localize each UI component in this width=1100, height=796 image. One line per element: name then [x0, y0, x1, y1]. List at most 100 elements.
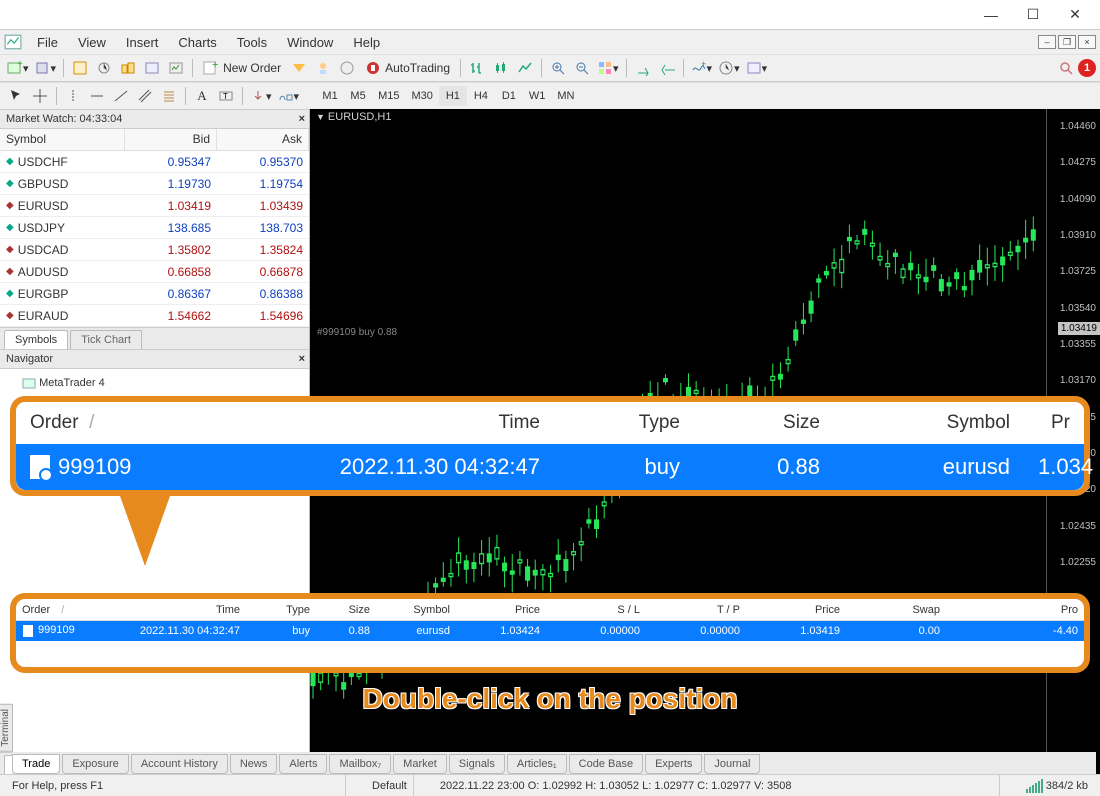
maximize-button[interactable]: ☐ — [1012, 1, 1054, 29]
search-button[interactable] — [1054, 57, 1078, 79]
col-type[interactable]: Type — [246, 604, 316, 616]
profiles-button[interactable]: ▾ — [32, 57, 60, 79]
chart-shift-button[interactable] — [655, 57, 679, 79]
metaquotes-button[interactable] — [287, 57, 311, 79]
terminal-toggle[interactable] — [140, 57, 164, 79]
data-window-toggle[interactable] — [92, 57, 116, 79]
crosshair-tool[interactable] — [28, 85, 52, 107]
candle-chart-button[interactable] — [489, 57, 513, 79]
terminal-tab-exposure[interactable]: Exposure — [62, 754, 128, 774]
terminal-tab-signals[interactable]: Signals — [449, 754, 505, 774]
periodicity-button[interactable]: ▾ — [715, 57, 743, 79]
terminal-tab-market[interactable]: Market — [393, 754, 447, 774]
close-button[interactable]: ✕ — [1054, 1, 1096, 29]
terminal-tab-articles[interactable]: Articles₁ — [507, 754, 567, 774]
fibonacci-tool[interactable] — [157, 85, 181, 107]
timeframe-h4[interactable]: H4 — [467, 86, 495, 106]
col-time[interactable]: Time — [96, 604, 246, 616]
notification-badge[interactable]: 1 — [1078, 59, 1096, 77]
menu-file[interactable]: File — [28, 33, 67, 52]
menu-view[interactable]: View — [69, 33, 115, 52]
navigator-toggle[interactable] — [116, 57, 140, 79]
tile-windows-button[interactable]: ▾ — [594, 57, 622, 79]
text-label-tool[interactable]: T — [214, 85, 238, 107]
tab-symbols[interactable]: Symbols — [4, 330, 68, 351]
mdi-close[interactable]: × — [1078, 35, 1096, 49]
timeframe-m30[interactable]: M30 — [405, 86, 438, 106]
navigator-root[interactable]: MetaTrader 4 — [6, 375, 303, 391]
zoom-in-button[interactable] — [546, 57, 570, 79]
mdi-restore[interactable]: ❐ — [1058, 35, 1076, 49]
auto-trading-button[interactable]: AutoTrading — [359, 57, 456, 79]
shapes-tool[interactable]: ▾ — [275, 85, 303, 107]
strategy-tester-toggle[interactable] — [164, 57, 188, 79]
terminal-tab-news[interactable]: News — [230, 754, 278, 774]
vertical-line-tool[interactable] — [61, 85, 85, 107]
col-pr-big[interactable]: Pr — [1024, 412, 1084, 434]
new-order-button[interactable]: +New Order — [197, 57, 287, 79]
col-symbol[interactable]: Symbol — [0, 129, 125, 150]
options-button[interactable] — [335, 57, 359, 79]
terminal-tab-accounthistory[interactable]: Account History — [131, 754, 228, 774]
cursor-tool[interactable] — [4, 85, 28, 107]
col-order[interactable]: Order / — [16, 604, 96, 616]
col-time-big[interactable]: Time — [186, 412, 554, 434]
horizontal-line-tool[interactable] — [85, 85, 109, 107]
navigator-close-icon[interactable]: × — [299, 353, 305, 365]
market-watch-row[interactable]: ◆USDJPY138.685138.703 — [0, 217, 309, 239]
arrows-tool[interactable]: ▾ — [247, 85, 275, 107]
tab-tick-chart[interactable]: Tick Chart — [70, 330, 142, 351]
trade-table-row[interactable]: 999109 2022.11.30 04:32:47 buy 0.88 euru… — [16, 621, 1084, 641]
col-price2[interactable]: Price — [746, 604, 846, 616]
terminal-tab-codebase[interactable]: Code Base — [569, 754, 643, 774]
market-watch-row[interactable]: ◆EURGBP0.863670.86388 — [0, 283, 309, 305]
equidistant-tool[interactable] — [133, 85, 157, 107]
timeframe-m1[interactable]: M1 — [316, 86, 344, 106]
market-watch-row[interactable]: ◆USDCAD1.358021.35824 — [0, 239, 309, 261]
terminal-tab-experts[interactable]: Experts — [645, 754, 702, 774]
menu-window[interactable]: Window — [278, 33, 342, 52]
expert-advisors-button[interactable] — [311, 57, 335, 79]
market-watch-row[interactable]: ◆EURUSD1.034191.03439 — [0, 195, 309, 217]
market-watch-row[interactable]: ◆GBPUSD1.197301.19754 — [0, 173, 309, 195]
terminal-tab-alerts[interactable]: Alerts — [279, 754, 327, 774]
mdi-minimize[interactable]: – — [1038, 35, 1056, 49]
text-tool[interactable]: A — [190, 85, 214, 107]
col-type-big[interactable]: Type — [554, 412, 694, 434]
trendline-tool[interactable] — [109, 85, 133, 107]
menu-tools[interactable]: Tools — [228, 33, 276, 52]
col-pro[interactable]: Pro — [946, 604, 1084, 616]
timeframe-w1[interactable]: W1 — [523, 86, 552, 106]
auto-scroll-button[interactable] — [631, 57, 655, 79]
market-watch-row[interactable]: ◆AUDUSD0.668580.66878 — [0, 261, 309, 283]
minimize-button[interactable]: — — [970, 1, 1012, 29]
templates-button[interactable]: ▾ — [743, 57, 771, 79]
col-order-big[interactable]: Order / — [16, 412, 186, 434]
market-watch-toggle[interactable] — [68, 57, 92, 79]
col-symbol-big[interactable]: Symbol — [834, 412, 1024, 434]
zoom-out-button[interactable] — [570, 57, 594, 79]
col-ask[interactable]: Ask — [217, 129, 309, 150]
market-watch-row[interactable]: ◆USDCHF0.953470.95370 — [0, 151, 309, 173]
timeframe-d1[interactable]: D1 — [495, 86, 523, 106]
timeframe-mn[interactable]: MN — [551, 86, 580, 106]
col-size[interactable]: Size — [316, 604, 376, 616]
menu-help[interactable]: Help — [344, 33, 389, 52]
indicators-button[interactable]: +▾ — [688, 57, 716, 79]
col-tp[interactable]: T / P — [646, 604, 746, 616]
market-watch-close-icon[interactable]: × — [299, 113, 305, 125]
terminal-tab-journal[interactable]: Journal — [704, 754, 760, 774]
timeframe-m15[interactable]: M15 — [372, 86, 405, 106]
timeframe-h1[interactable]: H1 — [439, 86, 467, 106]
bar-chart-button[interactable] — [465, 57, 489, 79]
enlarged-row[interactable]: 999109 2022.11.30 04:32:47 buy 0.88 euru… — [16, 444, 1084, 490]
col-symbol-sm[interactable]: Symbol — [376, 604, 456, 616]
timeframe-m5[interactable]: M5 — [344, 86, 372, 106]
market-watch-row[interactable]: ◆EURAUD1.546621.54696 — [0, 305, 309, 327]
terminal-tab-trade[interactable]: Trade — [12, 754, 60, 774]
col-swap[interactable]: Swap — [846, 604, 946, 616]
menu-charts[interactable]: Charts — [169, 33, 225, 52]
col-price[interactable]: Price — [456, 604, 546, 616]
col-sl[interactable]: S / L — [546, 604, 646, 616]
menu-insert[interactable]: Insert — [117, 33, 168, 52]
